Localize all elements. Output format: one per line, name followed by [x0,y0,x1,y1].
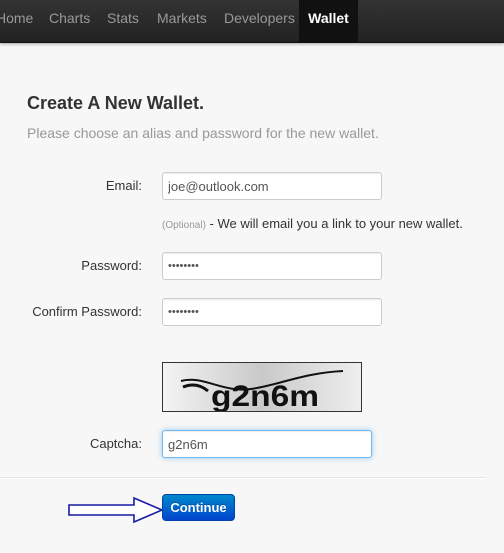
confirm-password-label: Confirm Password: [32,304,142,319]
nav-home[interactable]: Home [0,0,33,42]
continue-button[interactable]: Continue [162,494,235,521]
captcha-text: g2n6m [211,380,319,411]
email-label: Email: [105,178,142,193]
nav-developers[interactable]: Developers [224,0,295,42]
captcha-label: Captcha: [89,436,142,451]
top-navbar: Home Charts Stats Markets Developers Wal… [0,0,504,43]
optional-tag: (Optional) [162,220,206,231]
nav-wallet[interactable]: Wallet [299,0,358,42]
email-help-text: - We will email you a link to your new w… [205,216,463,231]
confirm-password-field[interactable] [162,298,382,326]
nav-markets[interactable]: Markets [157,0,207,42]
email-field[interactable] [162,172,382,200]
arrow-right-icon [68,497,164,523]
password-label: Password: [81,258,142,273]
captcha-image: g2n6m [162,362,362,412]
form-divider [0,477,486,479]
nav-charts[interactable]: Charts [49,0,90,42]
email-help: (Optional) - We will email you a link to… [162,216,463,231]
page-subtitle: Please choose an alias and password for … [27,125,379,141]
captcha-input[interactable] [162,430,372,458]
page-title: Create A New Wallet. [27,93,205,113]
captcha-graphic: g2n6m [163,363,361,411]
nav-stats[interactable]: Stats [107,0,139,42]
password-field[interactable] [162,252,382,280]
